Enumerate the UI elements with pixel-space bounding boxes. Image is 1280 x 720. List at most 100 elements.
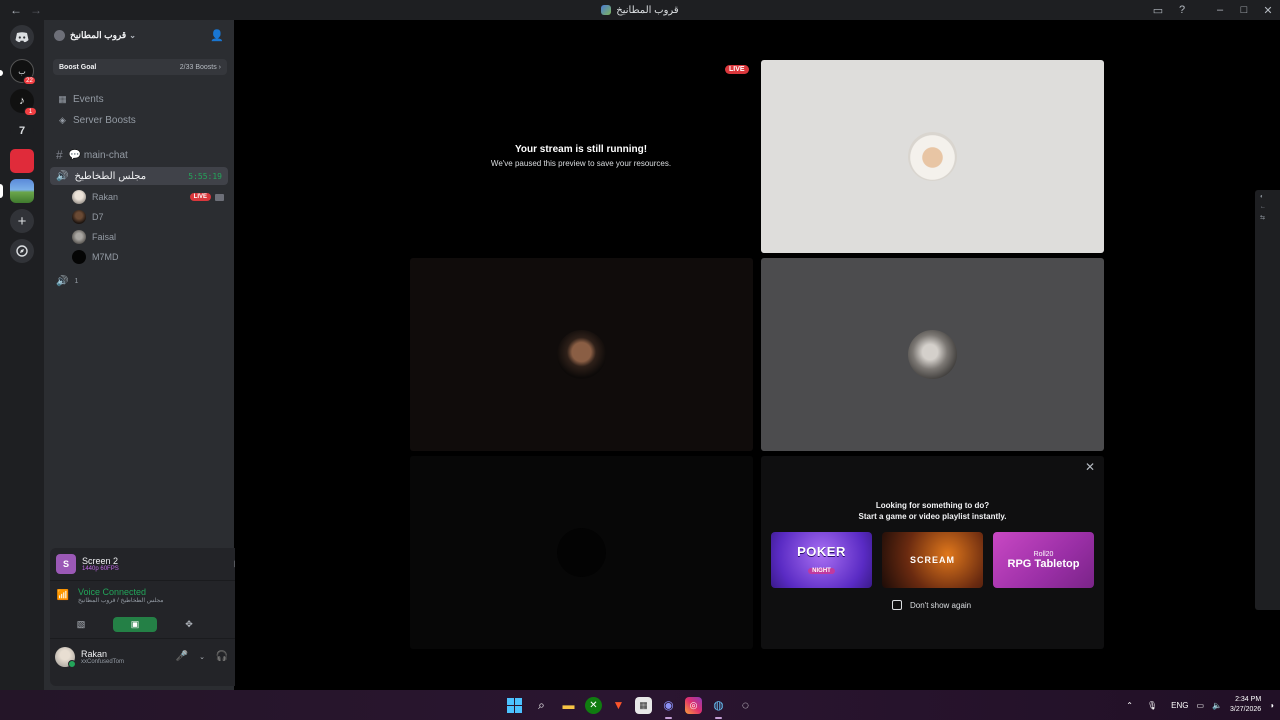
add-server-icon[interactable]: + <box>10 209 34 233</box>
chevron-up-icon[interactable]: ⌃ <box>1126 701 1133 710</box>
minimize-icon[interactable]: – <box>1208 0 1232 20</box>
participant-tile-m7md[interactable] <box>410 456 753 649</box>
participant-tile-rakan[interactable] <box>761 60 1104 253</box>
store-icon[interactable]: ▦ <box>635 696 652 714</box>
avatar <box>72 230 86 244</box>
chevron-down-icon: ⌄ <box>129 30 136 40</box>
activity-title: Looking for something to do? <box>875 501 990 510</box>
link-icon[interactable]: ⇆ <box>1255 210 1280 221</box>
activity-card-poker[interactable]: POKER NIGHT <box>771 532 872 588</box>
paused-subtitle: We've paused this preview to save your r… <box>490 159 672 168</box>
window-controls: ▭ ? – □ ✕ <box>1146 0 1280 20</box>
server-icon <box>601 5 612 15</box>
invite-people-icon[interactable]: 👤 <box>210 29 224 42</box>
overlay-side-panel[interactable]: ◐ ← ⇆ <box>1255 190 1280 610</box>
avatar <box>557 330 606 379</box>
signal-icon[interactable]: 📶 <box>56 589 70 603</box>
language-indicator[interactable]: ENG <box>1171 701 1188 710</box>
clock[interactable]: 2:34 PM 3/27/2026 <box>1230 695 1261 715</box>
participant-tile-faisal[interactable] <box>761 258 1104 451</box>
activity-card-rpg[interactable]: Roll20 RPG Tabletop <box>993 532 1094 588</box>
voice-channel-second[interactable]: 🔊 1 <box>50 272 228 290</box>
user-name: Rakan <box>81 648 108 659</box>
paused-stream-tile[interactable]: LIVE Your stream is still running! We've… <box>410 60 753 254</box>
participant-tile-d7[interactable] <box>410 258 753 451</box>
voice-user-faisal[interactable]: Faisal <box>44 227 234 247</box>
clock-time: 2:34 PM <box>1235 696 1262 703</box>
camera-off-button[interactable]: ▧ <box>59 617 103 632</box>
live-badge: LIVE <box>725 65 749 74</box>
voice-connected-label[interactable]: Voice Connected <box>78 587 163 597</box>
server-boosts-menu-item[interactable]: ◈ Server Boosts <box>44 110 234 131</box>
boost-goal-bar[interactable]: Boost Goal 2/33 Boosts › <box>53 59 227 75</box>
mention-badge: 1 <box>24 107 37 116</box>
voice-user-name: Faisal <box>92 232 117 242</box>
maximize-icon[interactable]: □ <box>1232 0 1256 20</box>
explore-icon[interactable] <box>10 239 34 263</box>
events-menu-item[interactable]: ▦ Events <box>44 89 234 110</box>
notification-icon[interactable]: ◑ <box>1269 701 1274 710</box>
avatar <box>72 210 86 224</box>
instagram-icon[interactable]: ◎ <box>685 696 702 714</box>
discord-home-icon[interactable] <box>10 25 34 49</box>
avatar <box>908 132 957 181</box>
server-icon-7[interactable]: 7 <box>10 119 34 143</box>
tiktok-server-icon[interactable]: ♪ 1 <box>10 89 37 116</box>
server-name: قروب المطانيخ <box>70 29 127 40</box>
overlay-icon: ◐ <box>1260 194 1264 200</box>
help-icon[interactable]: ? <box>1170 0 1194 20</box>
inbox-icon[interactable]: ▭ <box>1146 0 1170 20</box>
file-explorer-icon[interactable]: ▬ <box>558 695 579 716</box>
text-channel-main-chat[interactable]: # 💬 main-chat <box>50 146 228 164</box>
server-icon-dm[interactable]: ب 22 <box>10 59 36 85</box>
hash-icon: # <box>56 148 63 162</box>
boost-count: 2/33 Boosts › <box>179 63 221 71</box>
dont-show-again[interactable]: Don't show again <box>892 600 971 610</box>
active-server-icon[interactable] <box>10 179 34 203</box>
voice-channel-active[interactable]: 🔊 مجلس الطخاطيخ 5:55:19 <box>50 167 228 185</box>
chrome-icon[interactable]: ◌ <box>735 695 756 716</box>
red-server-icon[interactable] <box>10 149 34 173</box>
calendar-icon: ▦ <box>58 94 67 104</box>
taskbar: ⌕ ▬ ✕ ▼ ▦ ◉ ◎ ◍ ◌ ⌃ 🎙 ENG ▭ 🔈 2:34 PM 3/… <box>0 690 1280 720</box>
selected-pill <box>0 184 3 198</box>
close-window-icon[interactable]: ✕ <box>1256 0 1280 20</box>
voice-user-rakan[interactable]: Rakan LIVE <box>44 187 234 207</box>
headphones-icon[interactable]: 🎧 <box>215 650 229 664</box>
avatar <box>72 250 86 264</box>
microphone-icon[interactable]: 🎙 <box>1147 701 1157 710</box>
chevron-down-icon[interactable]: ⌄ <box>195 650 209 664</box>
back-arrow-icon[interactable]: ← <box>10 3 22 17</box>
back-arrow-icon[interactable]: ← <box>1255 200 1280 210</box>
voice-user-d7[interactable]: D7 <box>44 207 234 227</box>
voice-user-m7md[interactable]: M7MD <box>44 247 234 267</box>
brave-browser-icon[interactable]: ▼ <box>608 695 629 716</box>
steam-icon[interactable]: ◍ <box>708 695 729 719</box>
app-root: ← → قروب المطانيخ ▭ ? – □ ✕ ب 22 ♪ 1 7 +… <box>0 0 1280 720</box>
boost-goal-label: Boost Goal <box>59 63 97 71</box>
microphone-icon[interactable]: 🎤 <box>175 650 189 664</box>
user-status: xxConfusedTom <box>81 658 125 665</box>
server-header[interactable]: قروب المطانيخ ⌄ 👤 <box>44 20 234 50</box>
windows-start-icon[interactable] <box>504 695 525 716</box>
window-title-text: قروب المطانيخ <box>616 4 679 16</box>
network-icon[interactable]: ▭ <box>1196 701 1204 710</box>
voice-user-name: D7 <box>92 212 104 222</box>
activity-card-scream[interactable]: SCREAM <box>882 532 983 588</box>
voice-location: مجلس الطخاطيخ / قروب المطانيخ <box>78 598 164 604</box>
discord-taskbar-icon[interactable]: ◉ <box>658 695 679 719</box>
avatar[interactable] <box>55 646 76 668</box>
search-icon[interactable]: ⌕ <box>531 695 552 716</box>
checkbox[interactable] <box>892 600 902 610</box>
volume-icon[interactable]: 🔈 <box>1212 701 1222 710</box>
screen-share-button[interactable]: ▣ <box>113 616 157 632</box>
gear-badge-icon <box>54 29 65 41</box>
activity-prompt: ✕ Looking for something to do? Start a g… <box>761 456 1104 649</box>
xbox-icon[interactable]: ✕ <box>585 696 602 714</box>
card-subtitle: Roll20 <box>1033 550 1054 558</box>
forward-arrow-icon[interactable]: → <box>30 3 42 17</box>
unread-pill <box>0 70 3 76</box>
activities-button[interactable]: ✥ <box>167 617 211 632</box>
speaker-icon: 🔊 <box>56 170 69 182</box>
close-icon[interactable]: ✕ <box>1085 460 1095 474</box>
